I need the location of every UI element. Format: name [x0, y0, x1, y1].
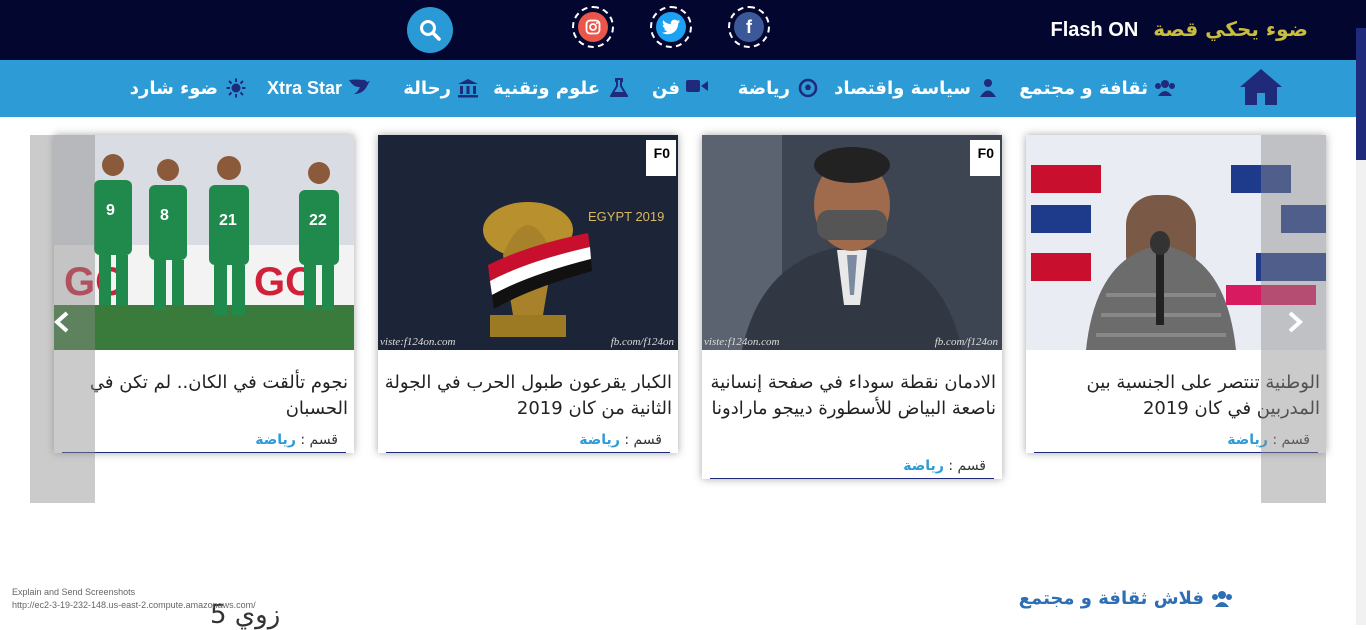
category-label: قسم : — [624, 432, 662, 448]
watermark-right: fb.com/f124on — [934, 336, 998, 348]
nav-item-label: Xtra Star — [266, 77, 342, 98]
svg-text:9: 9 — [106, 202, 115, 219]
svg-text:8: 8 — [160, 207, 169, 224]
nav-item-politics[interactable]: سياسة واقتصاد — [834, 75, 999, 101]
article-image[interactable]: F0 viste:f124on.com fb.com/f124on — [702, 135, 1002, 350]
football-icon — [796, 78, 818, 98]
main-nav: ثقافة و مجتمع سياسة واقتصاد رياضة فن علو… — [0, 60, 1356, 117]
category-label: قسم : — [300, 432, 338, 448]
twitter-icon — [656, 12, 686, 42]
nav-item-label: رياضة — [737, 77, 790, 99]
nav-item-sports[interactable]: رياضة — [738, 75, 818, 101]
category-link[interactable]: رياضة — [579, 432, 620, 448]
article-card[interactable]: GO GO 9 8 21 22 نجوم تألقت في الكان.. لم تكن… — [54, 135, 354, 453]
facebook-icon: f — [734, 12, 764, 42]
site-brand[interactable]: ضوء يحكي قصة Flash ON — [1050, 17, 1308, 45]
instagram-icon — [578, 12, 608, 42]
nav-item-label: ثقافة و مجتمع — [1019, 77, 1148, 99]
watermark-left: viste:f124on.com — [704, 336, 780, 348]
svg-text:21: 21 — [219, 212, 237, 229]
article-card[interactable]: EGYPT 2019 F0 viste:f124on.com fb.com/f1… — [378, 135, 678, 453]
bank-icon — [457, 78, 479, 98]
category-link[interactable]: رياضة — [255, 432, 296, 448]
flask-icon — [606, 78, 628, 98]
top-bar: ضوء يحكي قصة Flash ON f — [0, 0, 1366, 60]
instagram-link[interactable] — [572, 6, 614, 48]
nav-item-culture[interactable]: ثقافة و مجتمع — [1019, 75, 1176, 101]
home-link[interactable] — [1238, 67, 1284, 107]
search-button[interactable] — [407, 7, 453, 53]
screenshot-overlay: Explain and Send Screenshots http://ec2-… — [12, 586, 256, 612]
bird-icon — [348, 78, 370, 98]
watermark-left: viste:f124on.com — [380, 336, 456, 348]
watermark-right: fb.com/f124on — [610, 336, 674, 348]
video-camera-icon — [686, 78, 708, 98]
nav-item-xtra-star[interactable]: Xtra Star — [267, 75, 370, 101]
svg-text:22: 22 — [309, 212, 327, 229]
nav-item-art[interactable]: فن — [652, 75, 708, 101]
nav-item-label: سياسة واقتصاد — [834, 77, 971, 99]
sun-icon — [224, 78, 246, 98]
brand-arabic: ضوء يحكي قصة — [1153, 17, 1308, 41]
article-card[interactable]: F0 viste:f124on.com fb.com/f124on الادما… — [702, 135, 1002, 479]
article-title[interactable]: نجوم تألقت في الكان.. لم تكن في الحسبان — [54, 350, 354, 422]
nav-item-label: علوم وتقنية — [493, 77, 600, 99]
nav-item-label: رحالة — [403, 77, 451, 99]
chevron-left-icon — [54, 311, 69, 333]
article-title[interactable]: الادمان نقطة سوداء في صفحة إنسانية ناصعة… — [702, 350, 1002, 448]
carousel-prev[interactable] — [30, 135, 95, 503]
users-icon — [1154, 78, 1176, 98]
article-meta: قسم : رياضة — [710, 458, 994, 479]
category-link[interactable]: رياضة — [903, 458, 944, 474]
category-label: قسم : — [948, 458, 986, 474]
overlay-line-2: http://ec2-3-19-232-148.us-east-2.comput… — [12, 600, 256, 610]
article-image[interactable]: GO GO 9 8 21 22 — [54, 135, 354, 350]
chevron-right-icon — [1288, 311, 1303, 333]
nav-item-science[interactable]: علوم وتقنية — [493, 75, 628, 101]
nav-item-travel[interactable]: رحالة — [403, 75, 479, 101]
article-meta: قسم : رياضة — [62, 432, 346, 453]
nav-item-label: فن — [652, 77, 680, 99]
nav-item-stray-light[interactable]: ضوء شارد — [130, 75, 246, 101]
article-title[interactable]: الكبار يقرعون طبول الحرب في الجولة الثان… — [378, 350, 678, 422]
facebook-link[interactable]: f — [728, 6, 770, 48]
article-meta: قسم : رياضة — [386, 432, 670, 453]
brand-english: Flash ON — [1050, 19, 1139, 41]
home-icon — [1240, 69, 1282, 105]
users-icon — [1210, 589, 1234, 609]
article-image[interactable]: EGYPT 2019 F0 viste:f124on.com fb.com/f1… — [378, 135, 678, 350]
page-scrollbar-thumb[interactable] — [1356, 28, 1366, 160]
user-tie-icon — [977, 78, 999, 98]
image-caption: EGYPT 2019 — [588, 209, 665, 224]
section-heading[interactable]: فلاش ثقافة و مجتمع — [1019, 588, 1234, 609]
twitter-link[interactable] — [650, 6, 692, 48]
nav-item-label: ضوء شارد — [129, 77, 218, 99]
overlay-line-1: Explain and Send Screenshots — [12, 587, 136, 597]
section-title-text: فلاش ثقافة و مجتمع — [1018, 588, 1204, 609]
carousel-next[interactable] — [1261, 135, 1326, 503]
search-icon — [420, 20, 441, 41]
